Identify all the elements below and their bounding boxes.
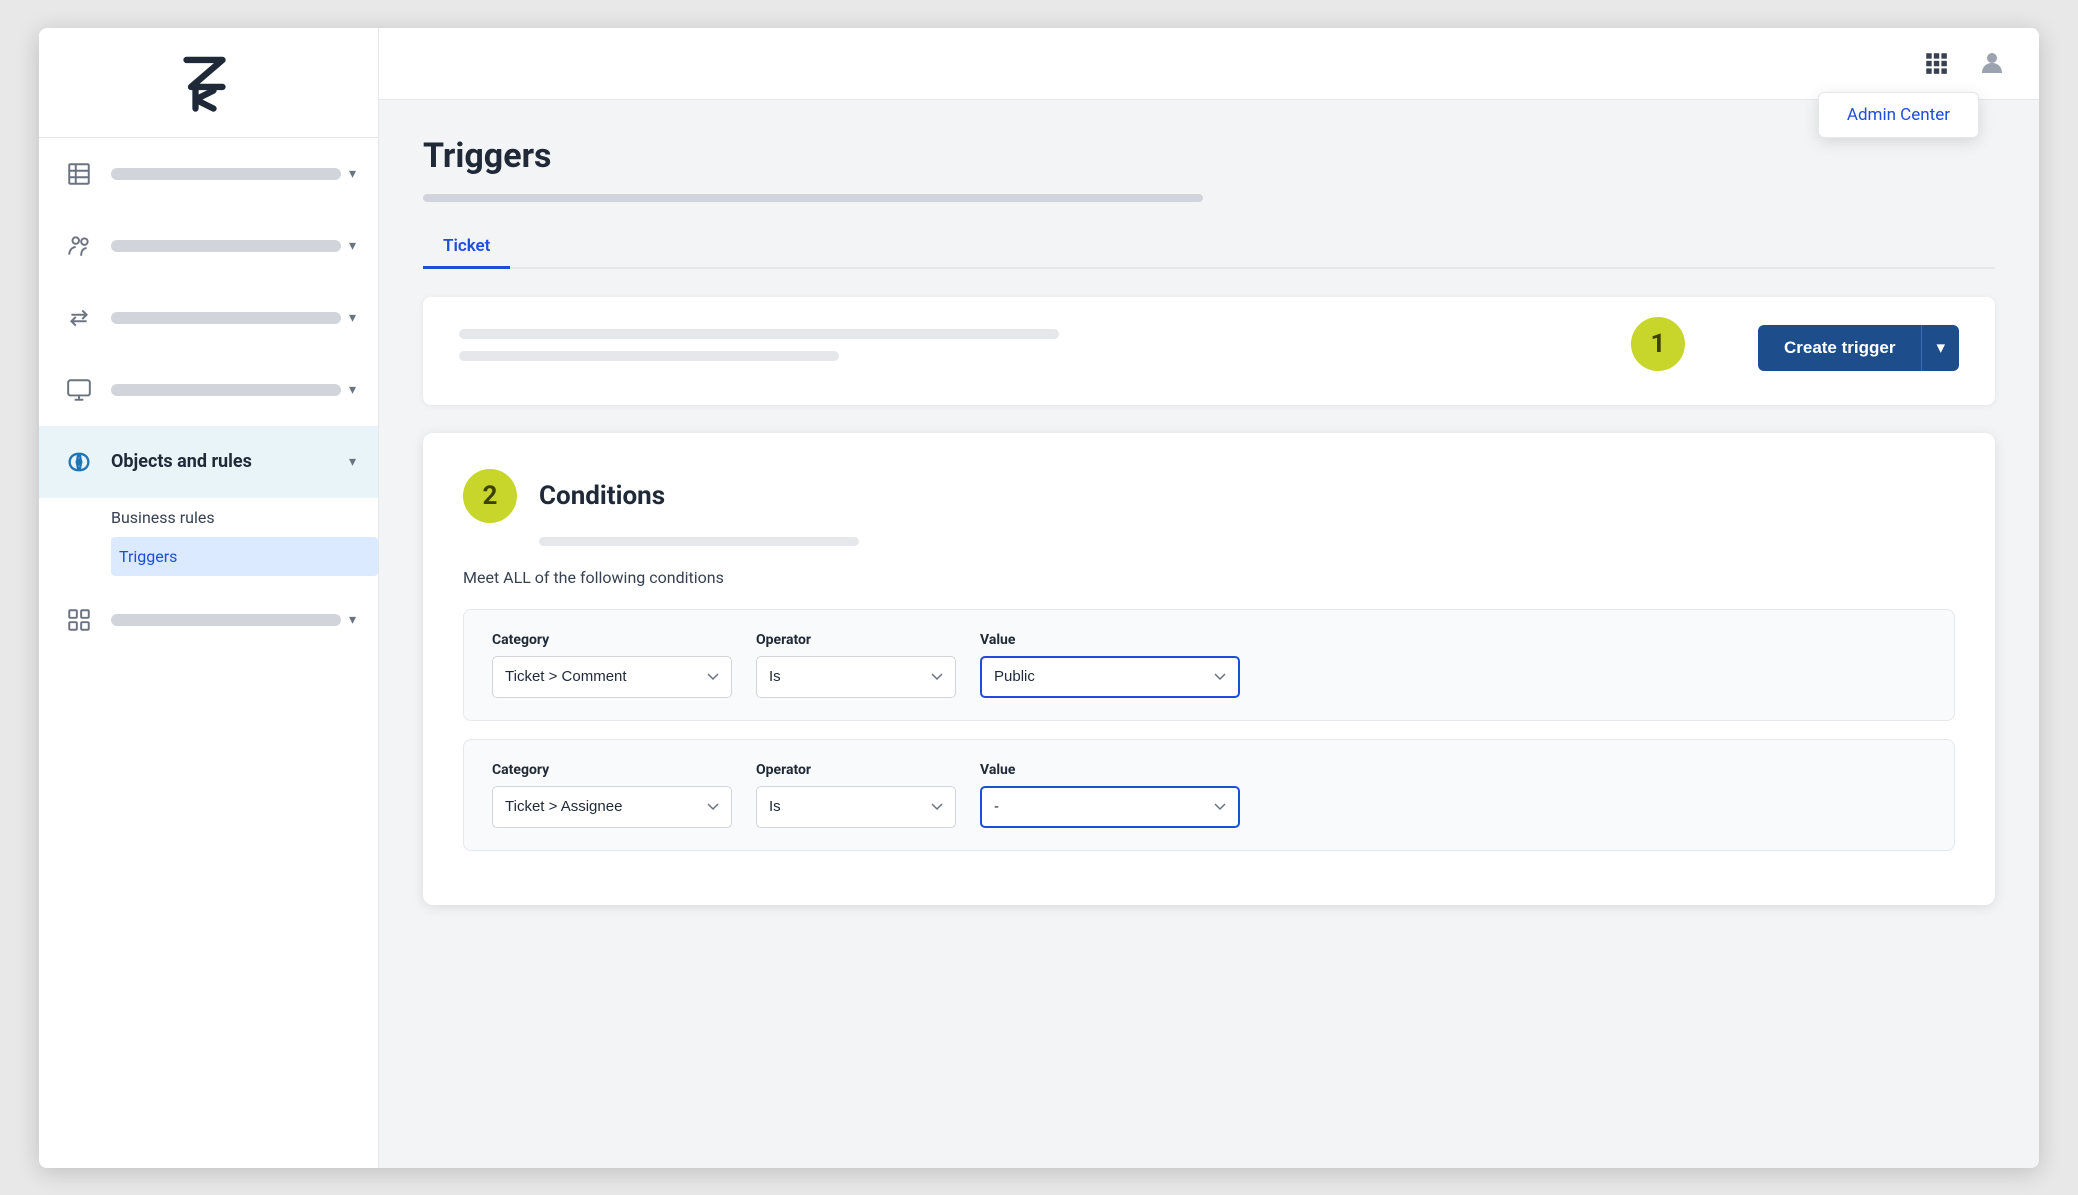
create-trigger-dropdown-button[interactable]: ▾	[1921, 325, 1959, 371]
objects-rules-icon	[61, 444, 97, 480]
sidebar-item-channels[interactable]: ▾	[39, 282, 378, 354]
sidebar-item-objects-rules[interactable]: Objects and rules ▾	[39, 426, 378, 498]
step-1-badge: 1	[1631, 317, 1685, 371]
trigger-area: 1 Create trigger ▾	[423, 297, 1995, 405]
transfer-icon	[61, 300, 97, 336]
operator-label-2: Operator	[756, 762, 956, 778]
condition-row-2: Category Ticket > Assignee Operator Is	[463, 739, 1955, 851]
main-content: Admin Center Triggers Ticket 1	[379, 28, 2039, 1168]
operator-group-1: Operator Is	[756, 632, 956, 698]
trigger-skeleton	[459, 329, 1959, 361]
apps-icon	[61, 602, 97, 638]
building-icon	[61, 156, 97, 192]
page-title: Triggers	[423, 136, 1995, 176]
sidebar-item-apps[interactable]: ▾	[39, 584, 378, 656]
conditions-title: Conditions	[539, 481, 665, 511]
category-group-1: Category Ticket > Comment	[492, 632, 732, 698]
tabs-bar: Ticket	[423, 226, 1995, 269]
chevron-down-icon: ▾	[1936, 338, 1945, 357]
people-icon	[61, 228, 97, 264]
sub-nav: Business rules Triggers	[39, 498, 378, 576]
condition-row-1: Category Ticket > Comment Operator Is	[463, 609, 1955, 721]
topbar: Admin Center	[379, 28, 2039, 100]
conditions-card: 2 Conditions Meet ALL of the following c…	[423, 433, 1995, 905]
category-select-1[interactable]: Ticket > Comment	[492, 656, 732, 698]
admin-center-link[interactable]: Admin Center	[1847, 105, 1950, 125]
sidebar-logo	[39, 28, 378, 138]
category-label-1: Category	[492, 632, 732, 648]
operator-group-2: Operator Is	[756, 762, 956, 828]
sub-nav-triggers[interactable]: Triggers	[111, 537, 378, 576]
value-select-1[interactable]: Public	[980, 656, 1240, 698]
create-trigger-button[interactable]: Create trigger	[1758, 325, 1921, 371]
sidebar-item-devices[interactable]: ▾	[39, 354, 378, 426]
value-label-2: Value	[980, 762, 1240, 778]
zendesk-logo-icon	[173, 52, 245, 112]
title-decoration-bar	[423, 194, 1203, 202]
sub-nav-business-rules[interactable]: Business rules	[111, 498, 378, 537]
value-group-2: Value -	[980, 762, 1240, 828]
conditions-skeleton-bar	[539, 537, 859, 546]
category-label-2: Category	[492, 762, 732, 778]
operator-select-2[interactable]: Is	[756, 786, 956, 828]
page-content: Triggers Ticket 1 Create trigger	[379, 100, 2039, 1168]
operator-label-1: Operator	[756, 632, 956, 648]
create-trigger-group: Create trigger ▾	[1758, 325, 1959, 371]
sidebar-item-workspace[interactable]: ▾	[39, 138, 378, 210]
category-group-2: Category Ticket > Assignee	[492, 762, 732, 828]
conditions-header: 2 Conditions	[463, 469, 1955, 523]
step-2-badge: 2	[463, 469, 517, 523]
operator-select-1[interactable]: Is	[756, 656, 956, 698]
apps-grid-button[interactable]	[1917, 44, 1955, 82]
value-label-1: Value	[980, 632, 1240, 648]
objects-rules-label: Objects and rules	[111, 451, 341, 472]
value-select-2[interactable]: -	[980, 786, 1240, 828]
category-select-2[interactable]: Ticket > Assignee	[492, 786, 732, 828]
condition-fields-2: Category Ticket > Assignee Operator Is	[492, 762, 1926, 828]
condition-fields-1: Category Ticket > Comment Operator Is	[492, 632, 1926, 698]
tab-ticket[interactable]: Ticket	[423, 226, 510, 269]
sidebar: ▾ ▾	[39, 28, 379, 1168]
user-menu-button[interactable]	[1973, 44, 2011, 82]
topbar-icons	[1917, 44, 2011, 82]
screen-icon	[61, 372, 97, 408]
admin-center-dropdown: Admin Center	[1818, 92, 1979, 138]
meet-all-text: Meet ALL of the following conditions	[463, 568, 1955, 587]
value-group-1: Value Public	[980, 632, 1240, 698]
sidebar-item-people[interactable]: ▾	[39, 210, 378, 282]
